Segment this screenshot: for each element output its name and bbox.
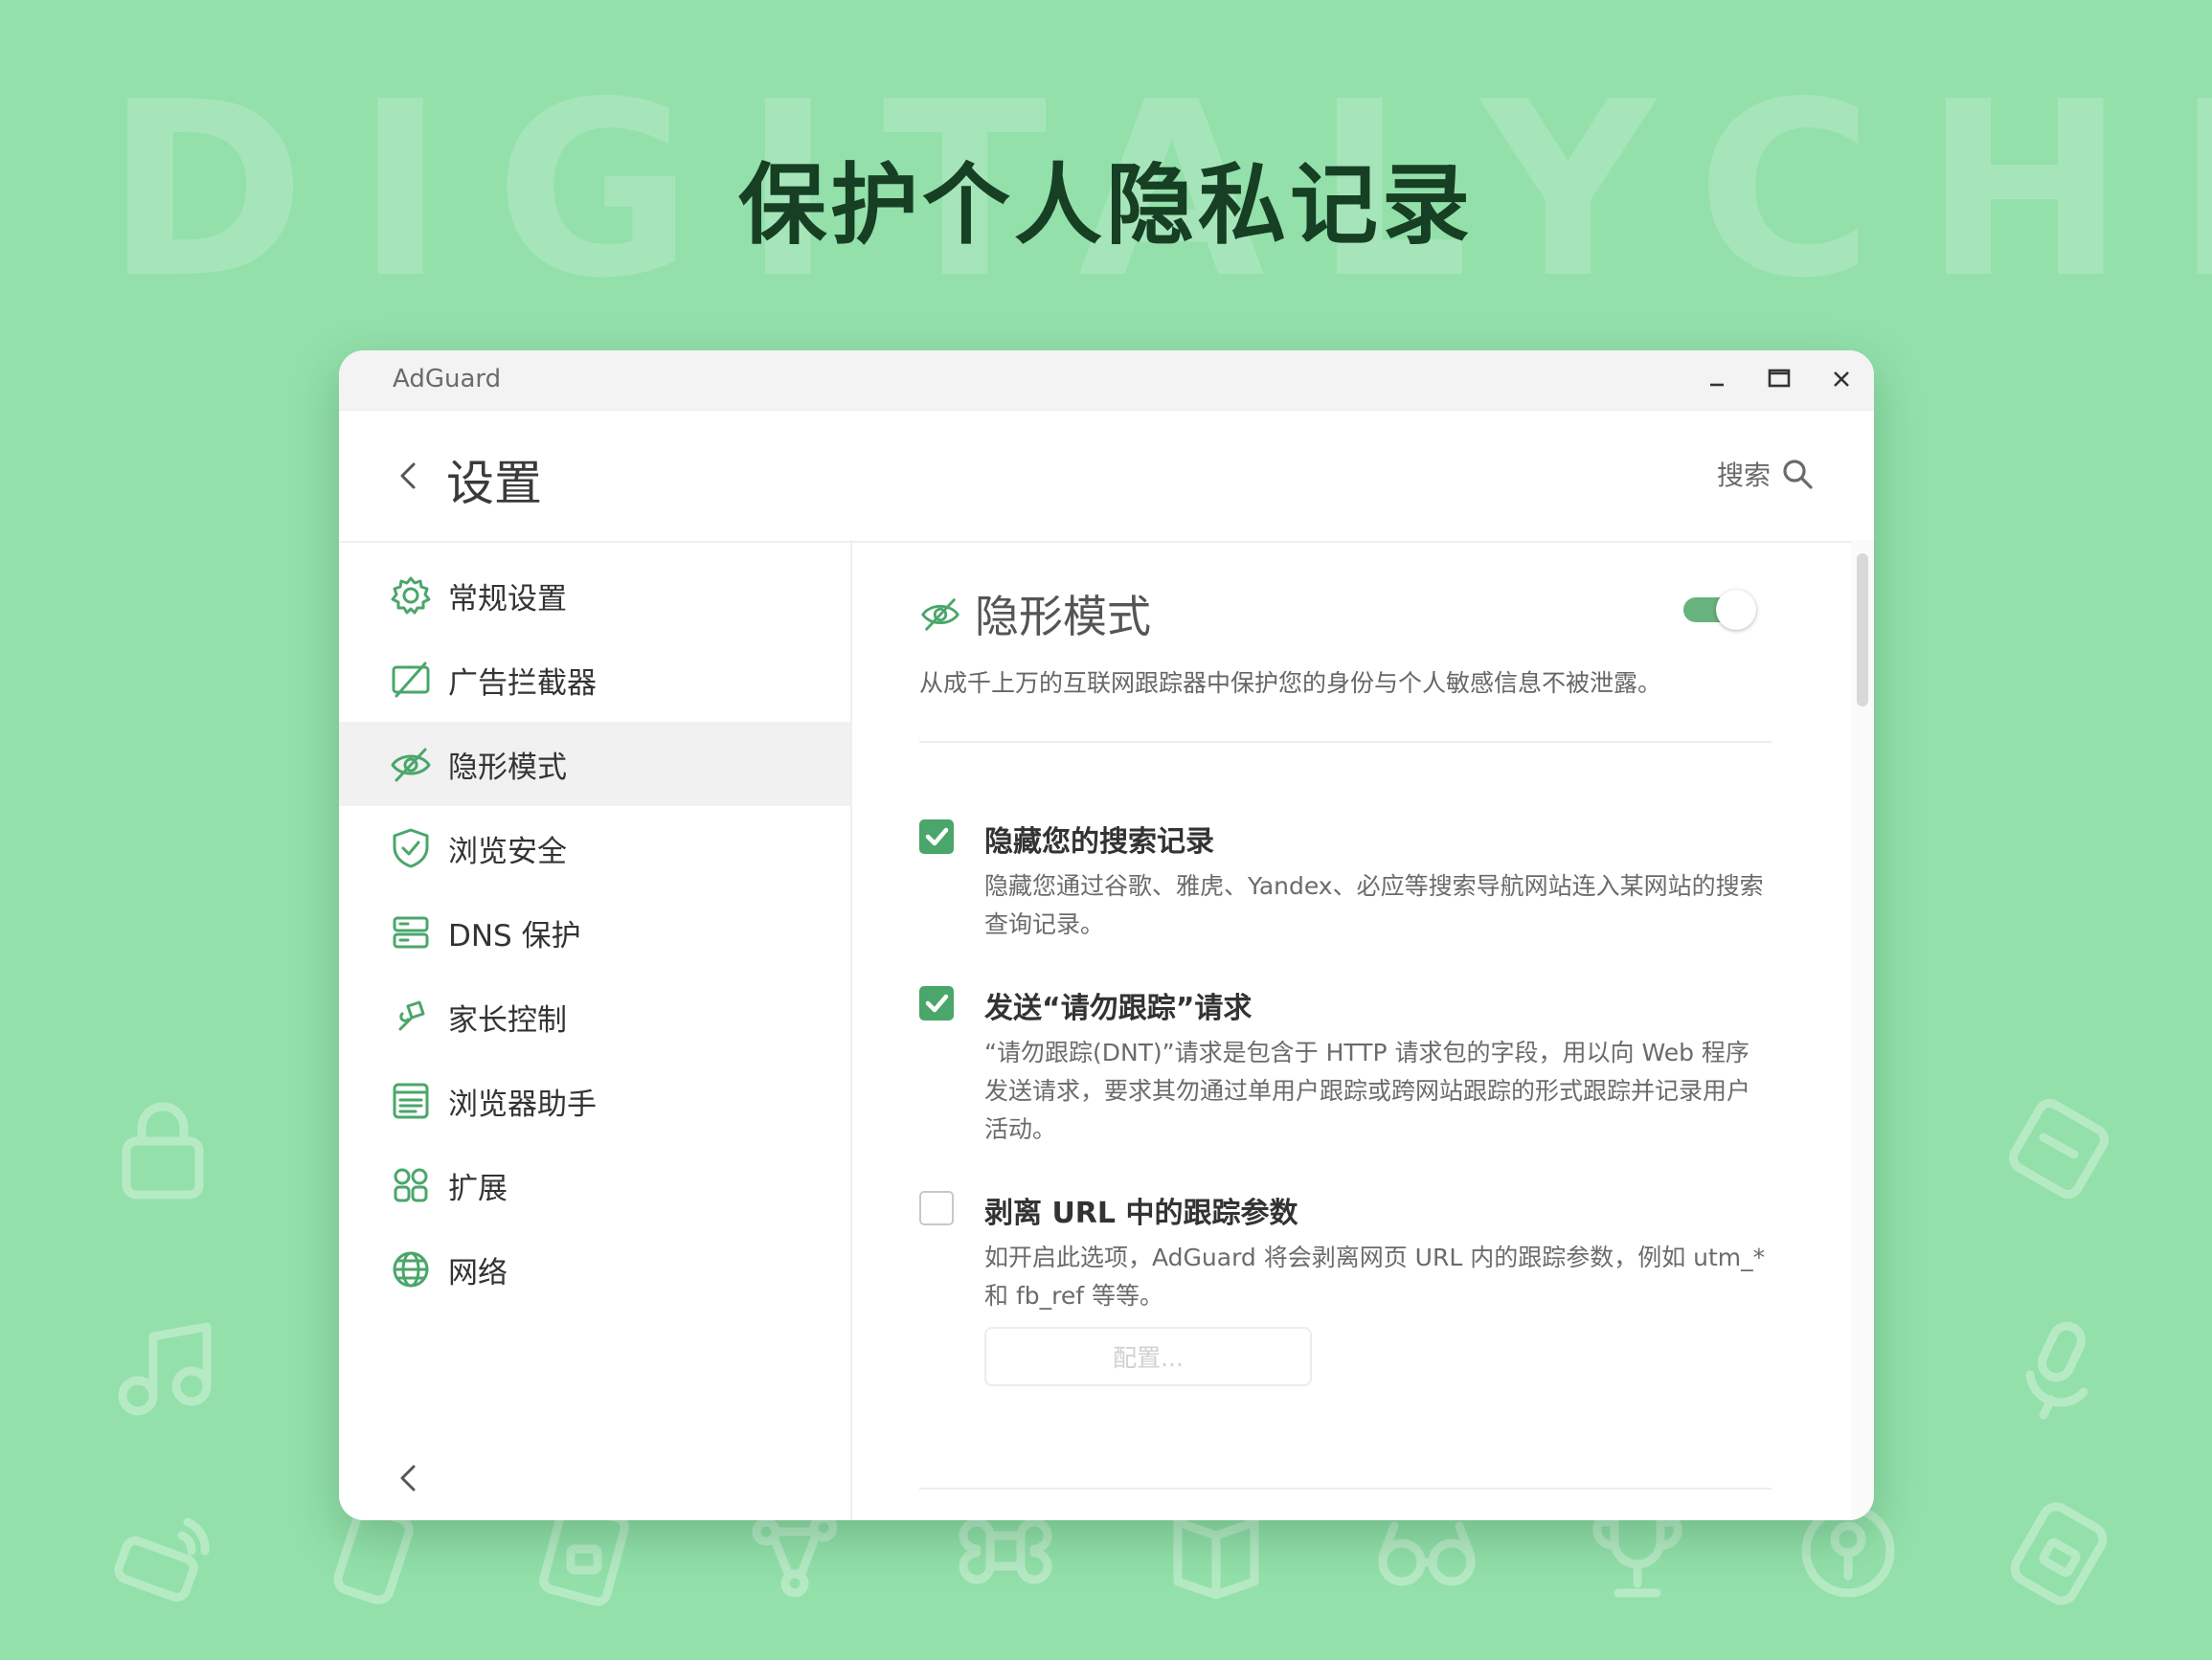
shield-icon [389, 826, 433, 870]
do-not-track-checkbox[interactable] [919, 986, 954, 1021]
option-description: 隐藏您通过谷歌、雅虎、Yandex、必应等搜索导航网站连入某网站的搜索查询记录。 [984, 872, 1764, 938]
app-title: AdGuard [393, 365, 502, 393]
sidebar-item-label: 广告拦截器 [448, 665, 597, 701]
app-window: AdGuard 设置 搜索 常规设置 广告拦截器 隐形模式 浏览安全 DNS 保… [339, 350, 1874, 1520]
option-title: 发送“请勿跟踪”请求 [984, 992, 1253, 1025]
option-description: “请勿跟踪(DNT)”请求是包含于 HTTP 请求包的字段，用以向 Web 程序… [984, 1039, 1751, 1143]
sidebar-item-label: 隐形模式 [448, 750, 567, 785]
sidebar-item-stealth-mode[interactable]: 隐形模式 [339, 722, 850, 806]
floppy-icon [2001, 1091, 2116, 1210]
sidebar-item-general[interactable]: 常规设置 [339, 553, 850, 638]
gear-icon [389, 573, 433, 617]
tag-icon [2001, 1493, 2116, 1612]
eye-slash-icon [389, 742, 433, 786]
browser-window-icon [389, 1079, 433, 1123]
option-hide-search-queries: 隐藏您的搜索记录 隐藏您通过谷歌、雅虎、Yandex、必应等搜索导航网站连入某网… [919, 818, 1772, 942]
sidebar-item-parental-control[interactable]: 家长控制 [339, 975, 850, 1059]
search-label: 搜索 [1716, 460, 1771, 491]
page-title: 设置 [446, 456, 542, 511]
router-icon [105, 1493, 220, 1612]
minimize-icon[interactable] [1698, 362, 1736, 396]
music-note-icon [107, 1312, 222, 1430]
sidebar-item-extensions[interactable]: 扩展 [339, 1143, 850, 1227]
grid-icon [389, 1163, 433, 1207]
collapse-sidebar-icon[interactable] [389, 1457, 427, 1499]
option-title: 隐藏您的搜索记录 [984, 825, 1214, 859]
divider [919, 741, 1772, 743]
lock-icon [105, 1091, 220, 1210]
sidebar-item-label: DNS 保护 [448, 918, 581, 953]
ad-block-icon [389, 658, 433, 702]
maximize-icon[interactable] [1759, 362, 1797, 396]
sidebar-item-label: 浏览器助手 [448, 1087, 597, 1122]
sidebar-item-browsing-security[interactable]: 浏览安全 [339, 806, 850, 890]
search-icon [1783, 460, 1813, 489]
configure-button[interactable]: 配置... [984, 1327, 1312, 1386]
sidebar-item-dns-protection[interactable]: DNS 保护 [339, 890, 850, 975]
title-bar: AdGuard [339, 350, 1874, 411]
option-description: 如开启此选项，AdGuard 将会剥离网页 URL 内的跟踪参数，例如 utm_… [984, 1244, 1766, 1310]
sidebar: 常规设置 广告拦截器 隐形模式 浏览安全 DNS 保护 家长控制 浏览器助手 扩… [339, 540, 852, 1520]
option-strip-url-tracking: 剥离 URL 中的跟踪参数 如开启此选项，AdGuard 将会剥离网页 URL … [919, 1189, 1772, 1323]
sidebar-item-ad-blocker[interactable]: 广告拦截器 [339, 638, 850, 722]
sidebar-item-label: 常规设置 [448, 581, 567, 617]
sidebar-item-browser-assistant[interactable]: 浏览器助手 [339, 1059, 850, 1143]
scrollbar-thumb[interactable] [1857, 553, 1868, 707]
section-header: 隐形模式 [919, 582, 1151, 645]
hide-search-queries-checkbox[interactable] [919, 819, 954, 854]
option-title: 剥离 URL 中的跟踪参数 [984, 1197, 1298, 1230]
sidebar-item-network[interactable]: 网络 [339, 1227, 850, 1312]
banner-headline: 保护个人隐私记录 [737, 154, 1474, 257]
section-title: 隐形模式 [975, 591, 1151, 642]
scrollbar[interactable] [1851, 540, 1874, 1520]
settings-header: 设置 搜索 [339, 411, 1874, 543]
stealth-mode-toggle[interactable] [1683, 590, 1758, 630]
stealth-mode-panel: 隐形模式 从成千上万的互联网跟踪器中保护您的身份与个人敏感信息不被泄露。 隐藏您… [852, 540, 1851, 1520]
sidebar-item-label: 扩展 [448, 1171, 508, 1206]
microphone-icon [2001, 1312, 2116, 1430]
divider [919, 1488, 1772, 1490]
section-description: 从成千上万的互联网跟踪器中保护您的身份与个人敏感信息不被泄露。 [919, 669, 1662, 697]
kite-icon [389, 995, 433, 1039]
option-do-not-track: 发送“请勿跟踪”请求 “请勿跟踪(DNT)”请求是包含于 HTTP 请求包的字段… [919, 984, 1772, 1147]
sidebar-item-label: 网络 [448, 1255, 508, 1290]
strip-url-tracking-checkbox[interactable] [919, 1191, 954, 1225]
back-arrow-icon[interactable] [389, 455, 427, 497]
eye-slash-icon [921, 598, 959, 631]
sidebar-item-label: 浏览安全 [448, 834, 567, 869]
close-icon[interactable] [1822, 362, 1861, 396]
server-icon [389, 910, 433, 954]
search-button[interactable]: 搜索 [1717, 455, 1815, 493]
globe-icon [389, 1247, 433, 1291]
sidebar-item-label: 家长控制 [448, 1002, 567, 1038]
